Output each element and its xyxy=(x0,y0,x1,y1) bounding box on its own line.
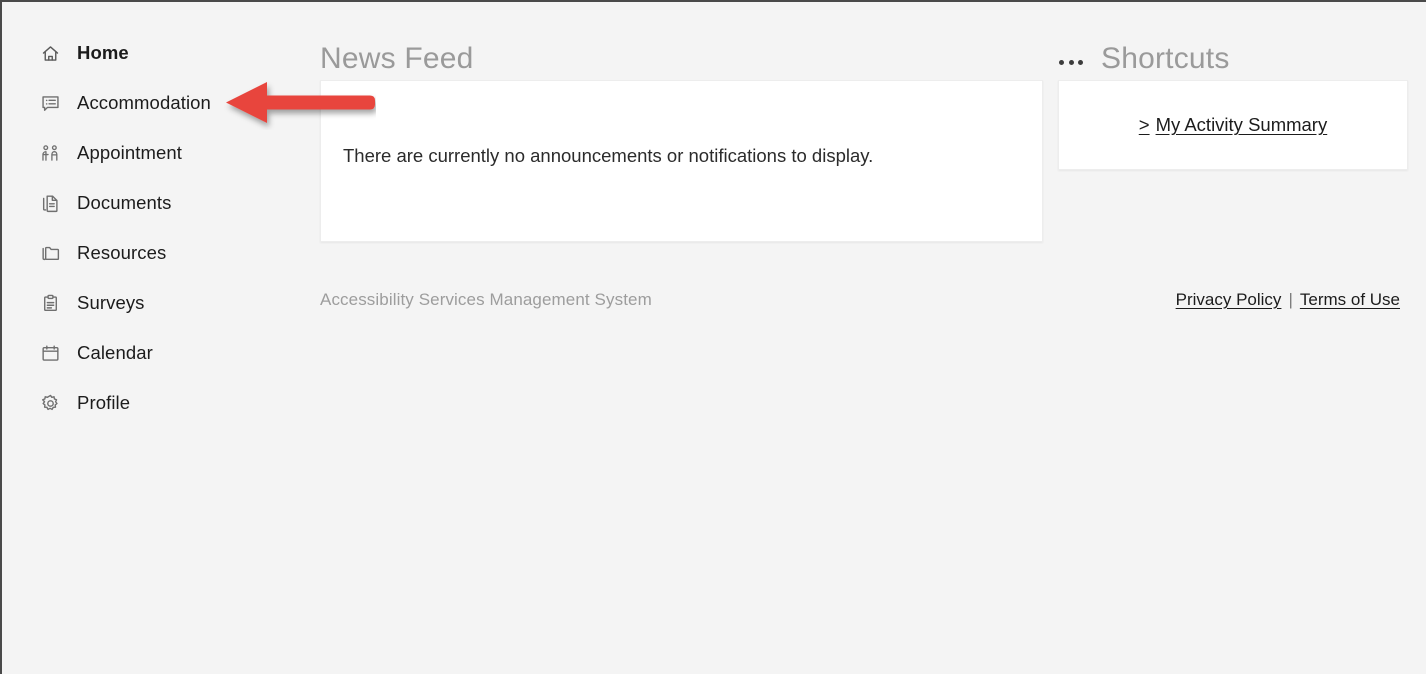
footer-separator: | xyxy=(1288,290,1293,309)
privacy-policy-link[interactable]: Privacy Policy xyxy=(1176,290,1282,310)
home-icon xyxy=(40,43,61,64)
documents-icon xyxy=(40,193,61,214)
sidebar-item-surveys[interactable]: Surveys xyxy=(2,282,290,324)
sidebar-item-profile[interactable]: Profile xyxy=(2,382,290,424)
message-list-icon xyxy=(40,93,61,114)
kebab-menu-icon[interactable] xyxy=(1059,60,1083,74)
shortcut-label: My Activity Summary xyxy=(1155,114,1328,135)
news-feed-empty-message: There are currently no announcements or … xyxy=(343,145,874,166)
sidebar-item-label: Calendar xyxy=(77,342,153,363)
news-feed-header: News Feed xyxy=(320,44,1043,80)
footer-links: Privacy Policy | Terms of Use xyxy=(1176,290,1400,310)
sidebar-item-calendar[interactable]: Calendar xyxy=(2,332,290,374)
sidebar-item-appointment[interactable]: Appointment xyxy=(2,132,290,174)
sidebar-item-label: Resources xyxy=(77,242,167,263)
page-title: News Feed xyxy=(320,42,474,75)
shortcuts-card: > My Activity Summary xyxy=(1058,80,1408,170)
chevron-right-icon: > xyxy=(1138,114,1150,135)
sidebar-item-documents[interactable]: Documents xyxy=(2,182,290,224)
terms-of-use-link[interactable]: Terms of Use xyxy=(1300,290,1400,310)
sidebar-item-label: Documents xyxy=(77,192,172,213)
main-content: News Feed Shortcuts There are currently … xyxy=(290,2,1426,674)
people-icon xyxy=(40,143,61,164)
app-root: Home Accommodation Appointment Documents… xyxy=(2,2,1426,674)
folder-icon xyxy=(40,243,61,264)
sidebar-item-label: Profile xyxy=(77,392,131,413)
sidebar-item-label: Appointment xyxy=(77,142,182,163)
calendar-icon xyxy=(40,343,61,364)
shortcuts-header: Shortcuts xyxy=(1043,44,1408,80)
shortcuts-title: Shortcuts xyxy=(1101,42,1230,75)
sidebar-item-resources[interactable]: Resources xyxy=(2,232,290,274)
footer-brand: Accessibility Services Management System xyxy=(320,290,652,309)
clipboard-icon xyxy=(40,293,61,314)
gear-icon xyxy=(40,393,61,414)
panels-body: There are currently no announcements or … xyxy=(320,80,1408,242)
sidebar-item-label: Surveys xyxy=(77,292,145,313)
sidebar: Home Accommodation Appointment Documents… xyxy=(2,2,290,674)
sidebar-item-accommodation[interactable]: Accommodation xyxy=(2,82,290,124)
news-feed-card: There are currently no announcements or … xyxy=(320,80,1043,242)
sidebar-item-label: Accommodation xyxy=(77,92,211,113)
sidebar-item-home[interactable]: Home xyxy=(2,32,290,74)
shortcut-my-activity-summary[interactable]: > My Activity Summary xyxy=(1139,114,1327,136)
footer: Accessibility Services Management System… xyxy=(320,290,1408,310)
sidebar-item-label: Home xyxy=(77,42,129,63)
panels-header: News Feed Shortcuts xyxy=(320,2,1408,80)
